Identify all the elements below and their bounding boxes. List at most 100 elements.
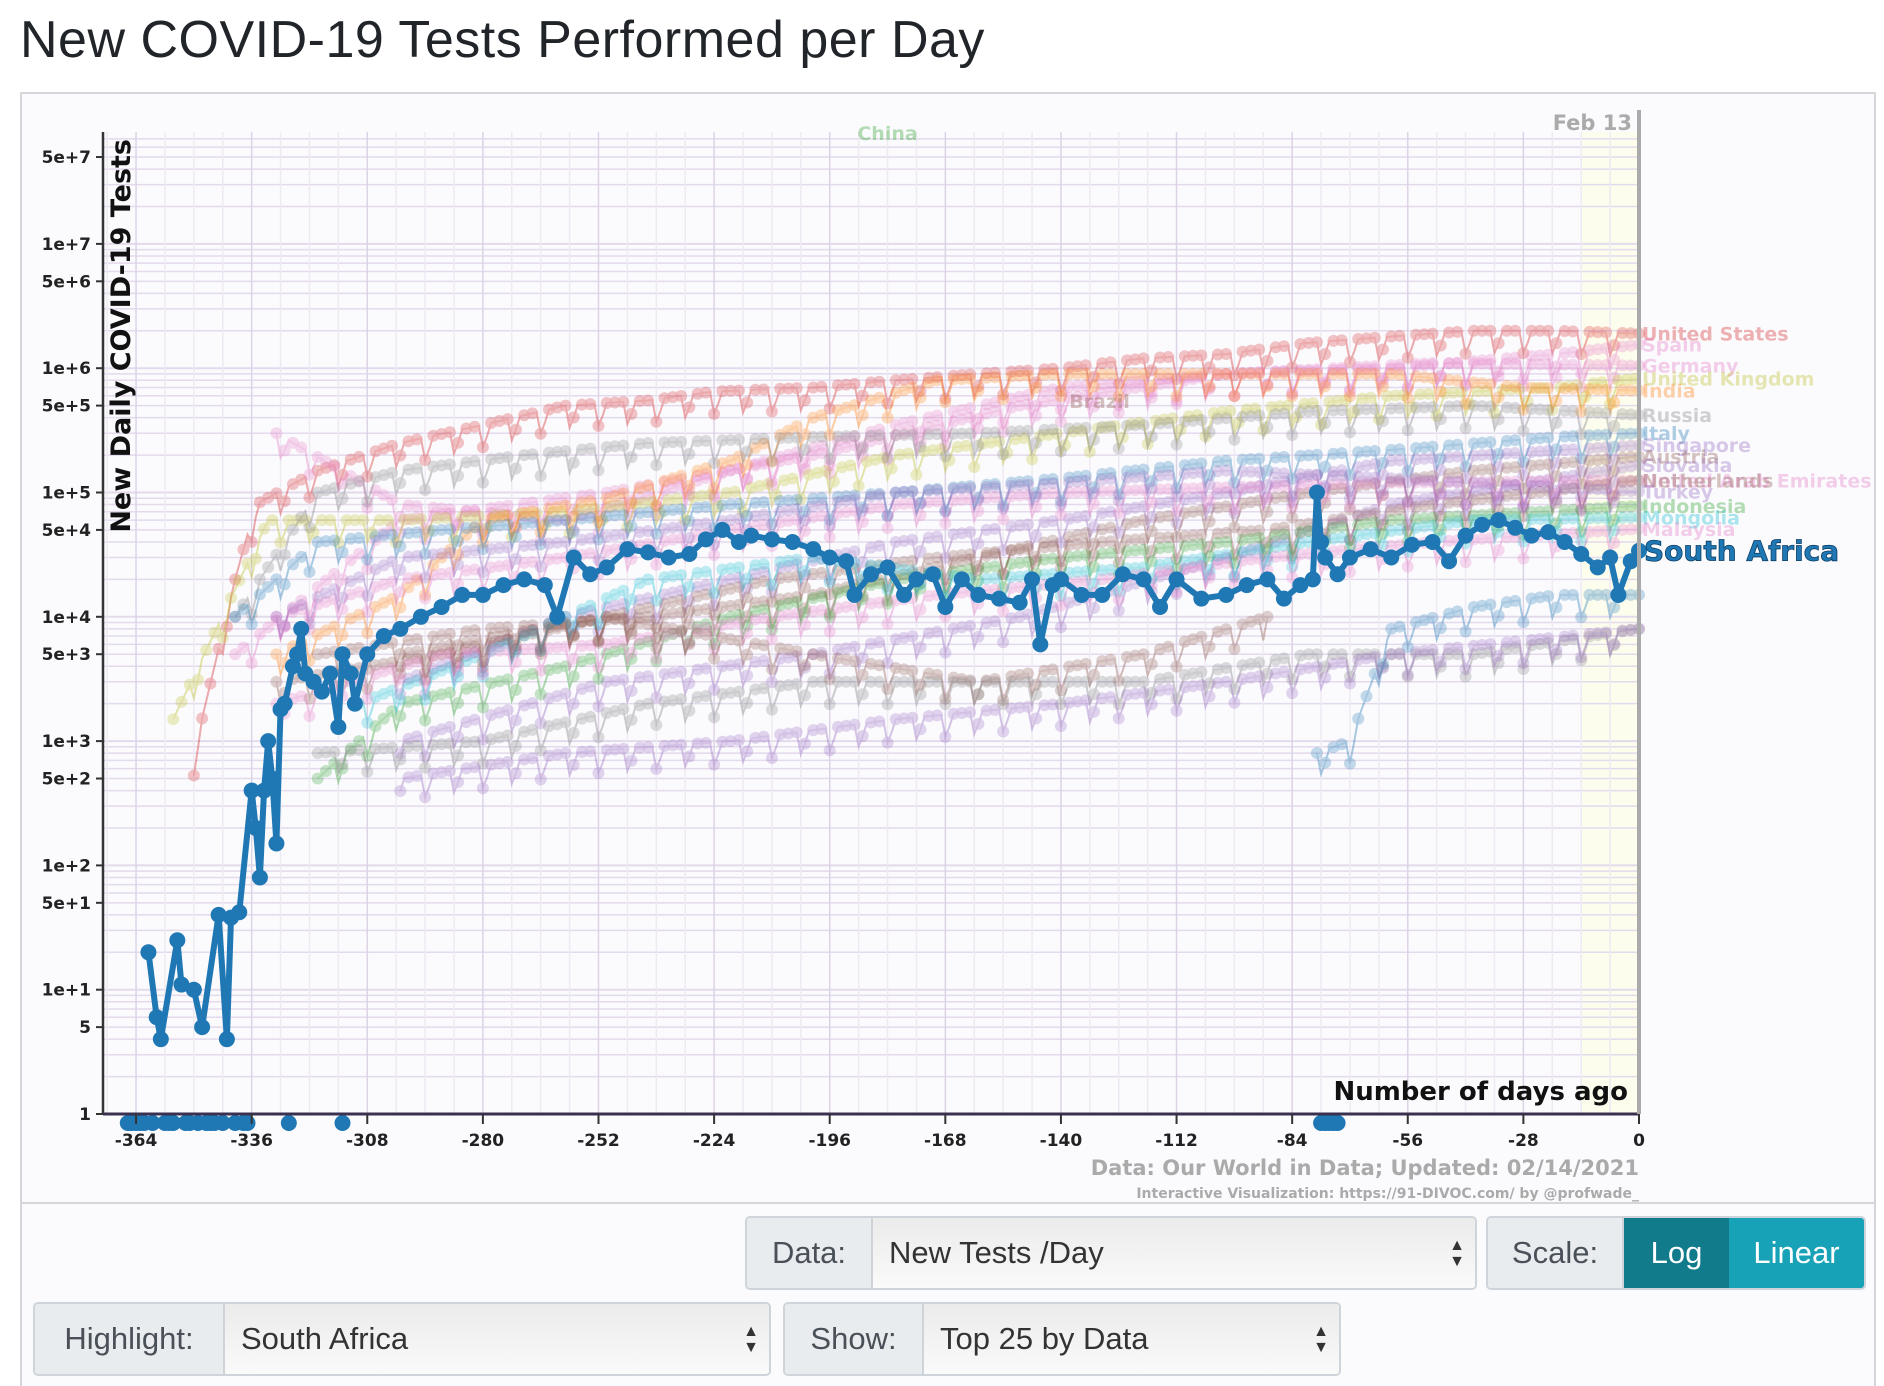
scale-linear-button[interactable]: Linear	[1729, 1218, 1864, 1288]
series-point	[501, 729, 514, 742]
series-point	[1451, 400, 1464, 413]
series-point	[526, 624, 539, 637]
highlight-point	[714, 521, 731, 538]
series-point	[1599, 453, 1612, 466]
series-point	[741, 445, 754, 458]
series-point	[1426, 372, 1439, 385]
series-point	[361, 716, 374, 729]
series-label: China	[857, 123, 917, 145]
series-point	[353, 475, 366, 488]
series-point	[1509, 447, 1522, 460]
series-point	[1079, 549, 1092, 562]
series-point	[939, 505, 952, 518]
highlight-point	[681, 546, 698, 563]
highlight-point	[1589, 559, 1606, 576]
series-point	[823, 576, 836, 589]
series-point	[501, 673, 514, 686]
highlight-point	[1313, 533, 1330, 550]
series-point	[1426, 519, 1439, 532]
series-point	[642, 631, 655, 644]
series-point	[939, 646, 952, 659]
highlight-zero-point	[1329, 1115, 1346, 1131]
series-point	[1203, 515, 1216, 528]
series-point	[443, 764, 456, 777]
series-point	[1550, 601, 1563, 614]
series-point	[997, 393, 1010, 406]
highlight-point	[260, 733, 277, 750]
series-point	[1277, 450, 1290, 463]
series-point	[468, 634, 481, 647]
series-point	[1228, 643, 1241, 656]
series-point	[452, 558, 465, 571]
series-point	[567, 456, 580, 469]
series-point	[1310, 405, 1323, 418]
series-point	[1377, 343, 1390, 356]
series-point	[699, 517, 712, 530]
series-point	[939, 450, 952, 463]
series-point	[741, 591, 754, 604]
series-point	[1286, 687, 1299, 700]
series-point	[819, 464, 832, 477]
series-point	[815, 649, 828, 662]
series-point	[1021, 518, 1034, 531]
series-point	[567, 670, 580, 683]
series-point	[501, 704, 514, 717]
series-point	[1104, 484, 1117, 497]
highlight-point	[1168, 571, 1185, 588]
series-point	[1459, 498, 1472, 511]
y-tick-label: 5e+4	[42, 521, 92, 541]
series-point	[1360, 690, 1373, 703]
series-point	[1335, 334, 1348, 347]
series-point	[212, 642, 225, 655]
series-point	[410, 769, 423, 782]
series-point	[798, 659, 811, 672]
series-point	[1228, 433, 1241, 446]
y-tick-label: 1e+2	[42, 856, 91, 876]
y-tick-label: 5e+3	[42, 645, 91, 665]
series-point	[1310, 747, 1323, 760]
series-point	[699, 386, 712, 399]
series-point	[972, 439, 985, 452]
series-point	[1220, 675, 1233, 688]
series-point	[1261, 610, 1274, 623]
series-point	[1319, 417, 1332, 430]
highlight-point	[1556, 533, 1573, 550]
series-point	[906, 630, 919, 643]
series-point	[1393, 443, 1406, 456]
series-point	[1566, 481, 1579, 494]
series-point	[757, 508, 770, 521]
series-point	[873, 539, 886, 552]
series-point	[1377, 657, 1390, 670]
series-point	[1509, 380, 1522, 393]
series-point	[931, 675, 944, 688]
scale-log-button[interactable]: Log	[1624, 1218, 1729, 1288]
series-point	[1030, 436, 1043, 449]
series-point	[328, 482, 341, 495]
series-point	[1599, 511, 1612, 524]
series-point	[1277, 666, 1290, 679]
series-point	[361, 765, 374, 778]
series-point	[501, 413, 514, 426]
series-point	[732, 616, 745, 629]
data-select[interactable]: New Tests /Day ▲ ▼	[873, 1218, 1475, 1288]
highlight-point	[1573, 546, 1590, 563]
series-point	[1220, 348, 1233, 361]
series-point	[964, 675, 977, 688]
series-point	[873, 675, 886, 688]
series-point	[1195, 414, 1208, 427]
series-point	[699, 690, 712, 703]
highlight-point	[251, 869, 268, 886]
x-tick-label: -308	[346, 1131, 389, 1151]
highlight-select[interactable]: South Africa ▲ ▼	[225, 1304, 769, 1374]
series-point	[914, 391, 927, 404]
series-point	[997, 636, 1010, 649]
series-point	[468, 680, 481, 693]
series-point	[1253, 367, 1266, 380]
highlight-zero-point	[334, 1115, 351, 1131]
series-point	[1517, 657, 1530, 670]
series-point	[1566, 325, 1579, 338]
show-select[interactable]: Top 25 by Data ▲ ▼	[924, 1304, 1339, 1374]
series-point	[815, 566, 828, 579]
series-point	[1286, 429, 1299, 442]
series-point	[873, 489, 886, 502]
